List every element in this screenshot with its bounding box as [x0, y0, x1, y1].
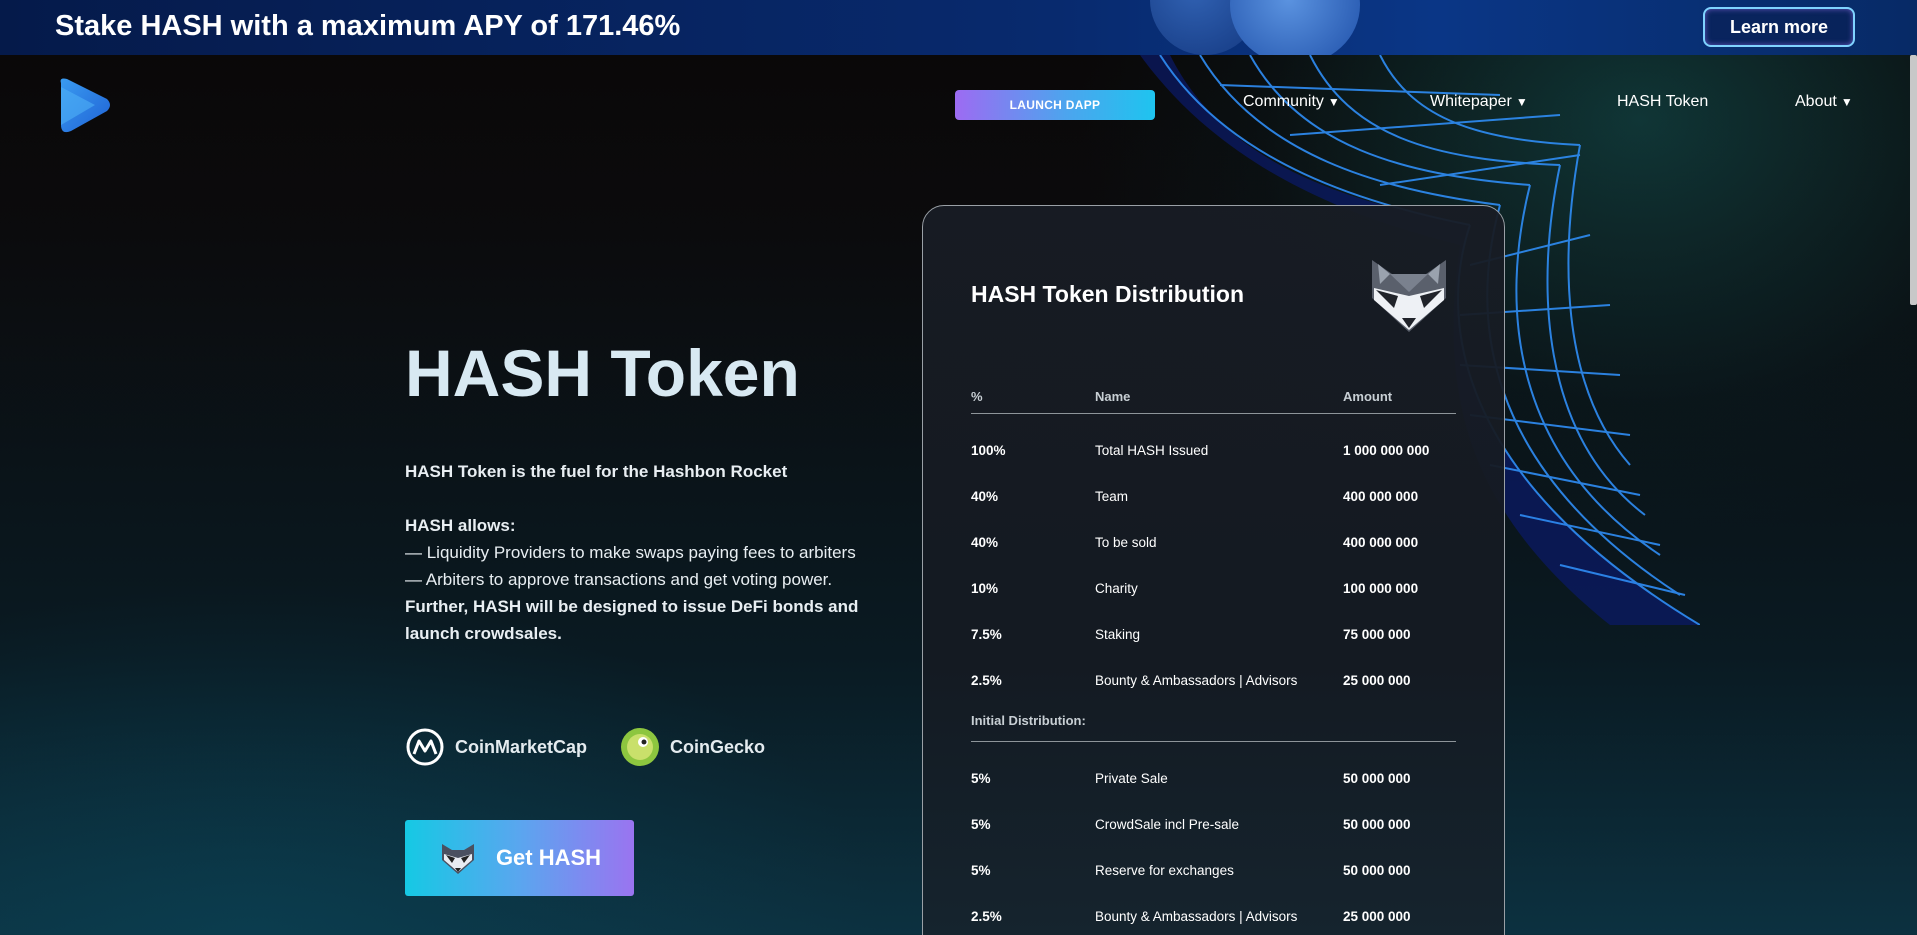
divider [971, 741, 1456, 742]
raccoon-icon [441, 844, 474, 874]
bullet-text: — Arbiters to approve transactions and g… [405, 570, 833, 589]
column-header: Name [1095, 389, 1131, 404]
table-row: 100% Total HASH Issued 1 000 000 000 [971, 429, 1456, 475]
row-pct: 2.5% [971, 909, 1002, 924]
get-hash-button[interactable]: Get HASH [405, 820, 634, 896]
row-amount: 75 000 000 [1343, 627, 1411, 642]
nav-about-label: About [1795, 93, 1837, 110]
token-distribution-card: HASH Token Distribution % Name Amount 10… [922, 205, 1505, 935]
row-amount: 1 000 000 000 [1343, 443, 1430, 458]
row-pct: 2.5% [971, 673, 1002, 688]
row-amount: 400 000 000 [1343, 535, 1419, 550]
coingecko-icon [621, 728, 659, 766]
nav-whitepaper[interactable]: Whitepaper ▼ [1430, 93, 1528, 111]
row-name: Bounty & Ambassadors | Advisors [1095, 673, 1298, 688]
table-row: 2.5% Bounty & Ambassadors | Advisors 25 … [971, 659, 1456, 705]
learn-more-button[interactable]: Learn more [1703, 7, 1855, 47]
row-name: Private Sale [1095, 771, 1168, 786]
row-name: Total HASH Issued [1095, 443, 1209, 458]
row-amount: 50 000 000 [1343, 863, 1411, 878]
row-amount: 50 000 000 [1343, 817, 1411, 832]
hero-description: HASH Token is the fuel for the Hashbon R… [405, 458, 905, 647]
row-amount: 25 000 000 [1343, 909, 1411, 924]
coin-graphic [1230, 0, 1360, 55]
row-name: Bounty & Ambassadors | Advisors [1095, 909, 1298, 924]
row-name: Charity [1095, 581, 1138, 596]
table-row: 2.5% Bounty & Ambassadors | Advisors 25 … [971, 895, 1456, 935]
nav-hash-token[interactable]: HASH Token [1617, 93, 1708, 111]
launch-dapp-button[interactable]: LAUNCH DAPP [955, 90, 1155, 120]
row-name: CrowdSale incl Pre-sale [1095, 817, 1240, 832]
nav-community-label: Community [1243, 93, 1324, 110]
column-header: Amount [1343, 389, 1393, 404]
initial-distribution-label: Initial Distribution: [971, 713, 1086, 728]
promo-banner: Stake HASH with a maximum APY of 171.46%… [0, 0, 1917, 55]
row-pct: 5% [971, 771, 991, 786]
chevron-down-icon: ▼ [1840, 95, 1853, 109]
row-amount: 100 000 000 [1343, 581, 1419, 596]
raccoon-mascot-icon [1372, 260, 1446, 332]
row-amount: 25 000 000 [1343, 673, 1411, 688]
divider [971, 413, 1456, 414]
allows-heading: HASH allows: [405, 516, 516, 535]
hero-lead: HASH Token is the fuel for the Hashbon R… [405, 462, 788, 481]
distribution-title: HASH Token Distribution [971, 281, 1245, 307]
initial-distribution-heading: Initial Distribution: [971, 705, 1456, 741]
nav-about[interactable]: About ▼ [1795, 93, 1853, 111]
banner-title: Stake HASH with a maximum APY of 171.46% [55, 10, 681, 42]
page-scrollbar[interactable] [1910, 55, 1917, 305]
table-row: 7.5% Staking 75 000 000 [971, 613, 1456, 659]
table-row: 10% Charity 100 000 000 [971, 567, 1456, 613]
table-header: % Name Amount [971, 381, 1456, 413]
table-row: 5% Reserve for exchanges 50 000 000 [971, 849, 1456, 895]
row-pct: 10% [971, 581, 999, 596]
hashbon-logo-icon[interactable] [55, 77, 113, 135]
get-hash-label: Get HASH [495, 845, 602, 870]
coinmarketcap-label: CoinMarketCap [455, 736, 588, 757]
row-pct: 7.5% [971, 627, 1002, 642]
row-name: Reserve for exchanges [1095, 863, 1234, 878]
row-pct: 5% [971, 863, 991, 878]
bullet-text: — Liquidity Providers to make swaps payi… [405, 543, 856, 562]
nav-hash-token-label: HASH Token [1617, 93, 1709, 110]
row-amount: 400 000 000 [1343, 489, 1419, 504]
row-pct: 100% [971, 443, 1006, 458]
column-header: % [971, 389, 983, 404]
row-name: Team [1095, 489, 1129, 504]
row-pct: 5% [971, 817, 991, 832]
coinmarketcap-icon [406, 728, 444, 766]
row-pct: 40% [971, 535, 999, 550]
coingecko-label: CoinGecko [670, 736, 766, 757]
nav-whitepaper-label: Whitepaper [1430, 93, 1512, 110]
page-title: HASH Token [405, 336, 800, 410]
table-row: 5% CrowdSale incl Pre-sale 50 000 000 [971, 803, 1456, 849]
row-name: Staking [1095, 627, 1141, 642]
table-row: 40% To be sold 400 000 000 [971, 521, 1456, 567]
chevron-down-icon: ▼ [1515, 95, 1528, 109]
further-text: Further, HASH will be designed to issue … [405, 597, 859, 643]
chevron-down-icon: ▼ [1327, 95, 1340, 109]
table-row: 40% Team 400 000 000 [971, 475, 1456, 521]
coingecko-link[interactable]: CoinGecko [620, 727, 765, 767]
distribution-table: % Name Amount 100% Total HASH Issued 1 0… [971, 381, 1456, 935]
nav-community[interactable]: Community ▼ [1243, 93, 1340, 111]
coinmarketcap-link[interactable]: CoinMarketCap [405, 727, 587, 767]
table-row: 5% Private Sale 50 000 000 [971, 757, 1456, 803]
row-name: To be sold [1095, 535, 1157, 550]
row-amount: 50 000 000 [1343, 771, 1411, 786]
row-pct: 40% [971, 489, 999, 504]
